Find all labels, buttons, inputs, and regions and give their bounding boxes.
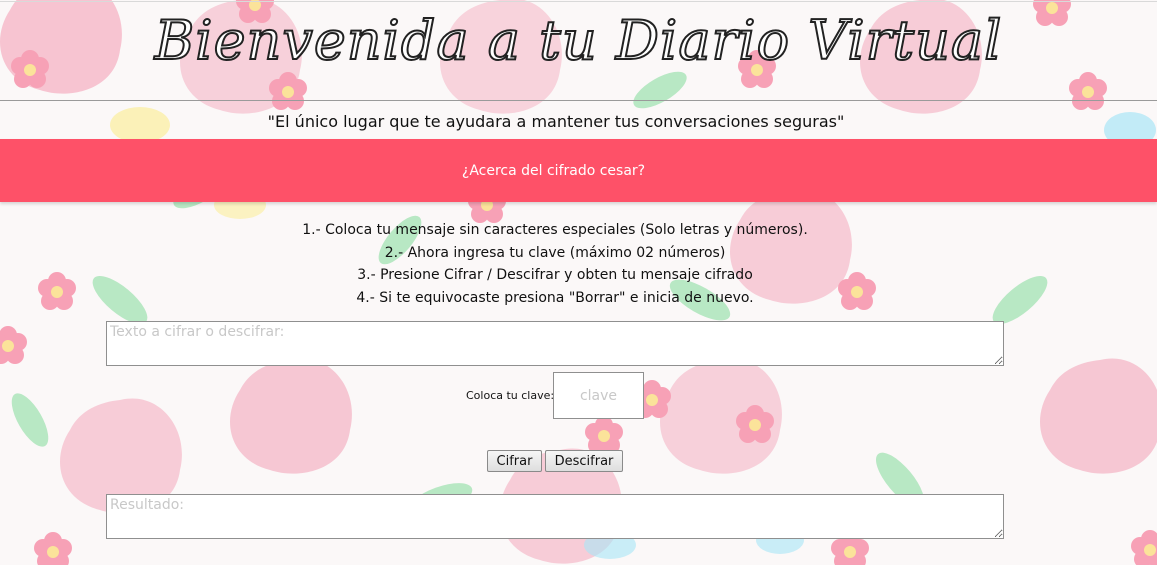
- result-output[interactable]: [106, 494, 1004, 539]
- info-banner: ¿Acerca del cifrado cesar?: [0, 139, 1157, 202]
- instruction-item: 3.- Presione Cifrar / Descifrar y obten …: [357, 267, 753, 283]
- encrypt-button[interactable]: Cifrar: [487, 450, 542, 472]
- instruction-item: 4.- Si te equivocaste presiona "Borrar" …: [356, 289, 754, 306]
- about-caesar-cipher-link[interactable]: ¿Acerca del cifrado cesar?: [462, 163, 645, 179]
- top-divider: [0, 1, 1157, 2]
- instructions-list: 1.- Coloca tu mensaje sin caracteres esp…: [0, 219, 1110, 309]
- page-title: Bienvenida a tu Diario Virtual: [154, 8, 1003, 73]
- decrypt-button[interactable]: Descifrar: [545, 450, 623, 472]
- instruction-item: 1.- Coloca tu mensaje sin caracteres esp…: [302, 222, 808, 238]
- tagline: "El único lugar que te ayudara a mantene…: [267, 112, 845, 131]
- key-input[interactable]: [553, 372, 644, 419]
- key-label: Coloca tu clave:: [466, 389, 555, 402]
- instruction-item: 2.- Ahora ingresa tu clave (máximo 02 nú…: [384, 244, 726, 261]
- header-divider: [0, 100, 1157, 101]
- message-input[interactable]: [106, 321, 1004, 366]
